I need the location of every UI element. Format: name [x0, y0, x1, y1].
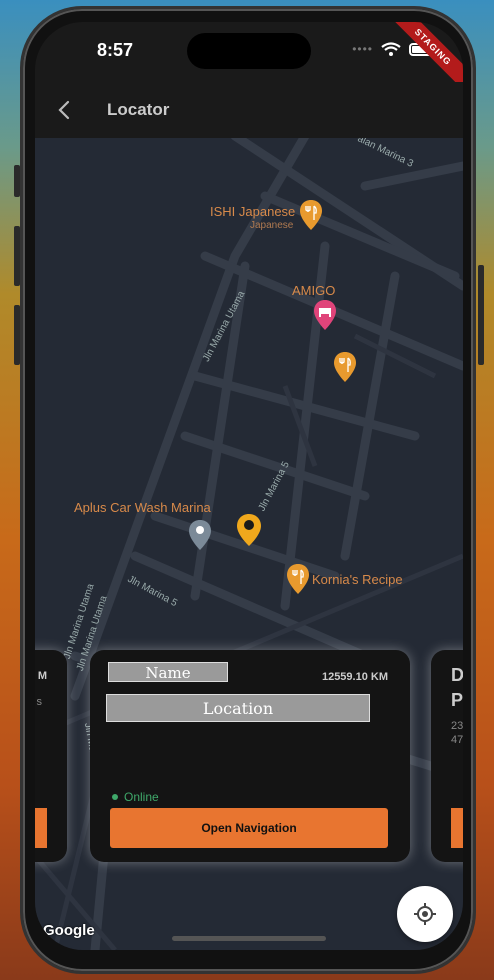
my-location-icon	[414, 903, 436, 925]
place-pin-icon[interactable]	[189, 520, 211, 550]
poi-label-ishi[interactable]: ISHI Japanese	[210, 204, 295, 219]
current-location-pin-icon[interactable]	[237, 514, 261, 546]
restaurant-pin-icon[interactable]	[300, 200, 322, 230]
card-name-partial: D	[451, 665, 463, 685]
back-button[interactable]	[53, 98, 77, 122]
card-text-partial: s	[36, 696, 43, 708]
status-text: Online	[124, 790, 159, 804]
location-card-previous[interactable]: M s	[35, 650, 67, 862]
location-card[interactable]: Name 12559.10 KM Location Online Open Na…	[90, 650, 410, 862]
card-text-partial: 23	[451, 720, 463, 732]
card-name-partial: P	[451, 690, 463, 710]
card-distance-partial: M	[37, 670, 47, 682]
restaurant-pin-icon[interactable]	[287, 564, 309, 594]
google-attribution[interactable]: Google	[43, 922, 95, 939]
poi-label-amigo[interactable]: AMIGO	[292, 283, 335, 298]
poi-label-aplus[interactable]: Aplus Car Wash Marina	[74, 500, 211, 515]
volume-down-button	[14, 305, 20, 365]
card-button-partial[interactable]	[35, 808, 47, 848]
page-title: Locator	[107, 100, 170, 119]
my-location-button[interactable]	[397, 886, 453, 942]
app-bar: Locator	[35, 82, 463, 138]
card-text-partial: 47	[451, 734, 463, 746]
signal-dots-icon: ••••	[352, 42, 373, 56]
home-indicator[interactable]	[172, 936, 326, 941]
poi-label-kornia[interactable]: Kornia's Recipe	[312, 572, 403, 587]
dynamic-island	[187, 33, 311, 69]
status-bar: 8:57 ••••	[35, 22, 463, 82]
hotel-pin-icon[interactable]	[314, 300, 336, 330]
restaurant-pin-icon[interactable]	[334, 352, 356, 382]
status-time: 8:57	[97, 40, 134, 60]
power-button	[478, 265, 484, 365]
card-name: Name	[108, 662, 228, 682]
volume-up-button	[14, 226, 20, 286]
wifi-icon	[381, 42, 401, 56]
online-dot-icon	[112, 794, 118, 800]
status-indicator: Online	[112, 790, 159, 804]
card-location: Location	[106, 694, 370, 722]
card-distance: 12559.10 KM	[321, 671, 388, 683]
location-card-next[interactable]: D P 23 47	[431, 650, 463, 862]
screen: alan Marina 3 Jln Marina Utama Jln Marin…	[35, 22, 463, 950]
card-button-partial[interactable]	[451, 808, 463, 848]
poi-sublabel-ishi: Japanese	[250, 220, 294, 231]
mute-switch	[14, 165, 20, 197]
open-navigation-button[interactable]: Open Navigation	[110, 808, 388, 848]
